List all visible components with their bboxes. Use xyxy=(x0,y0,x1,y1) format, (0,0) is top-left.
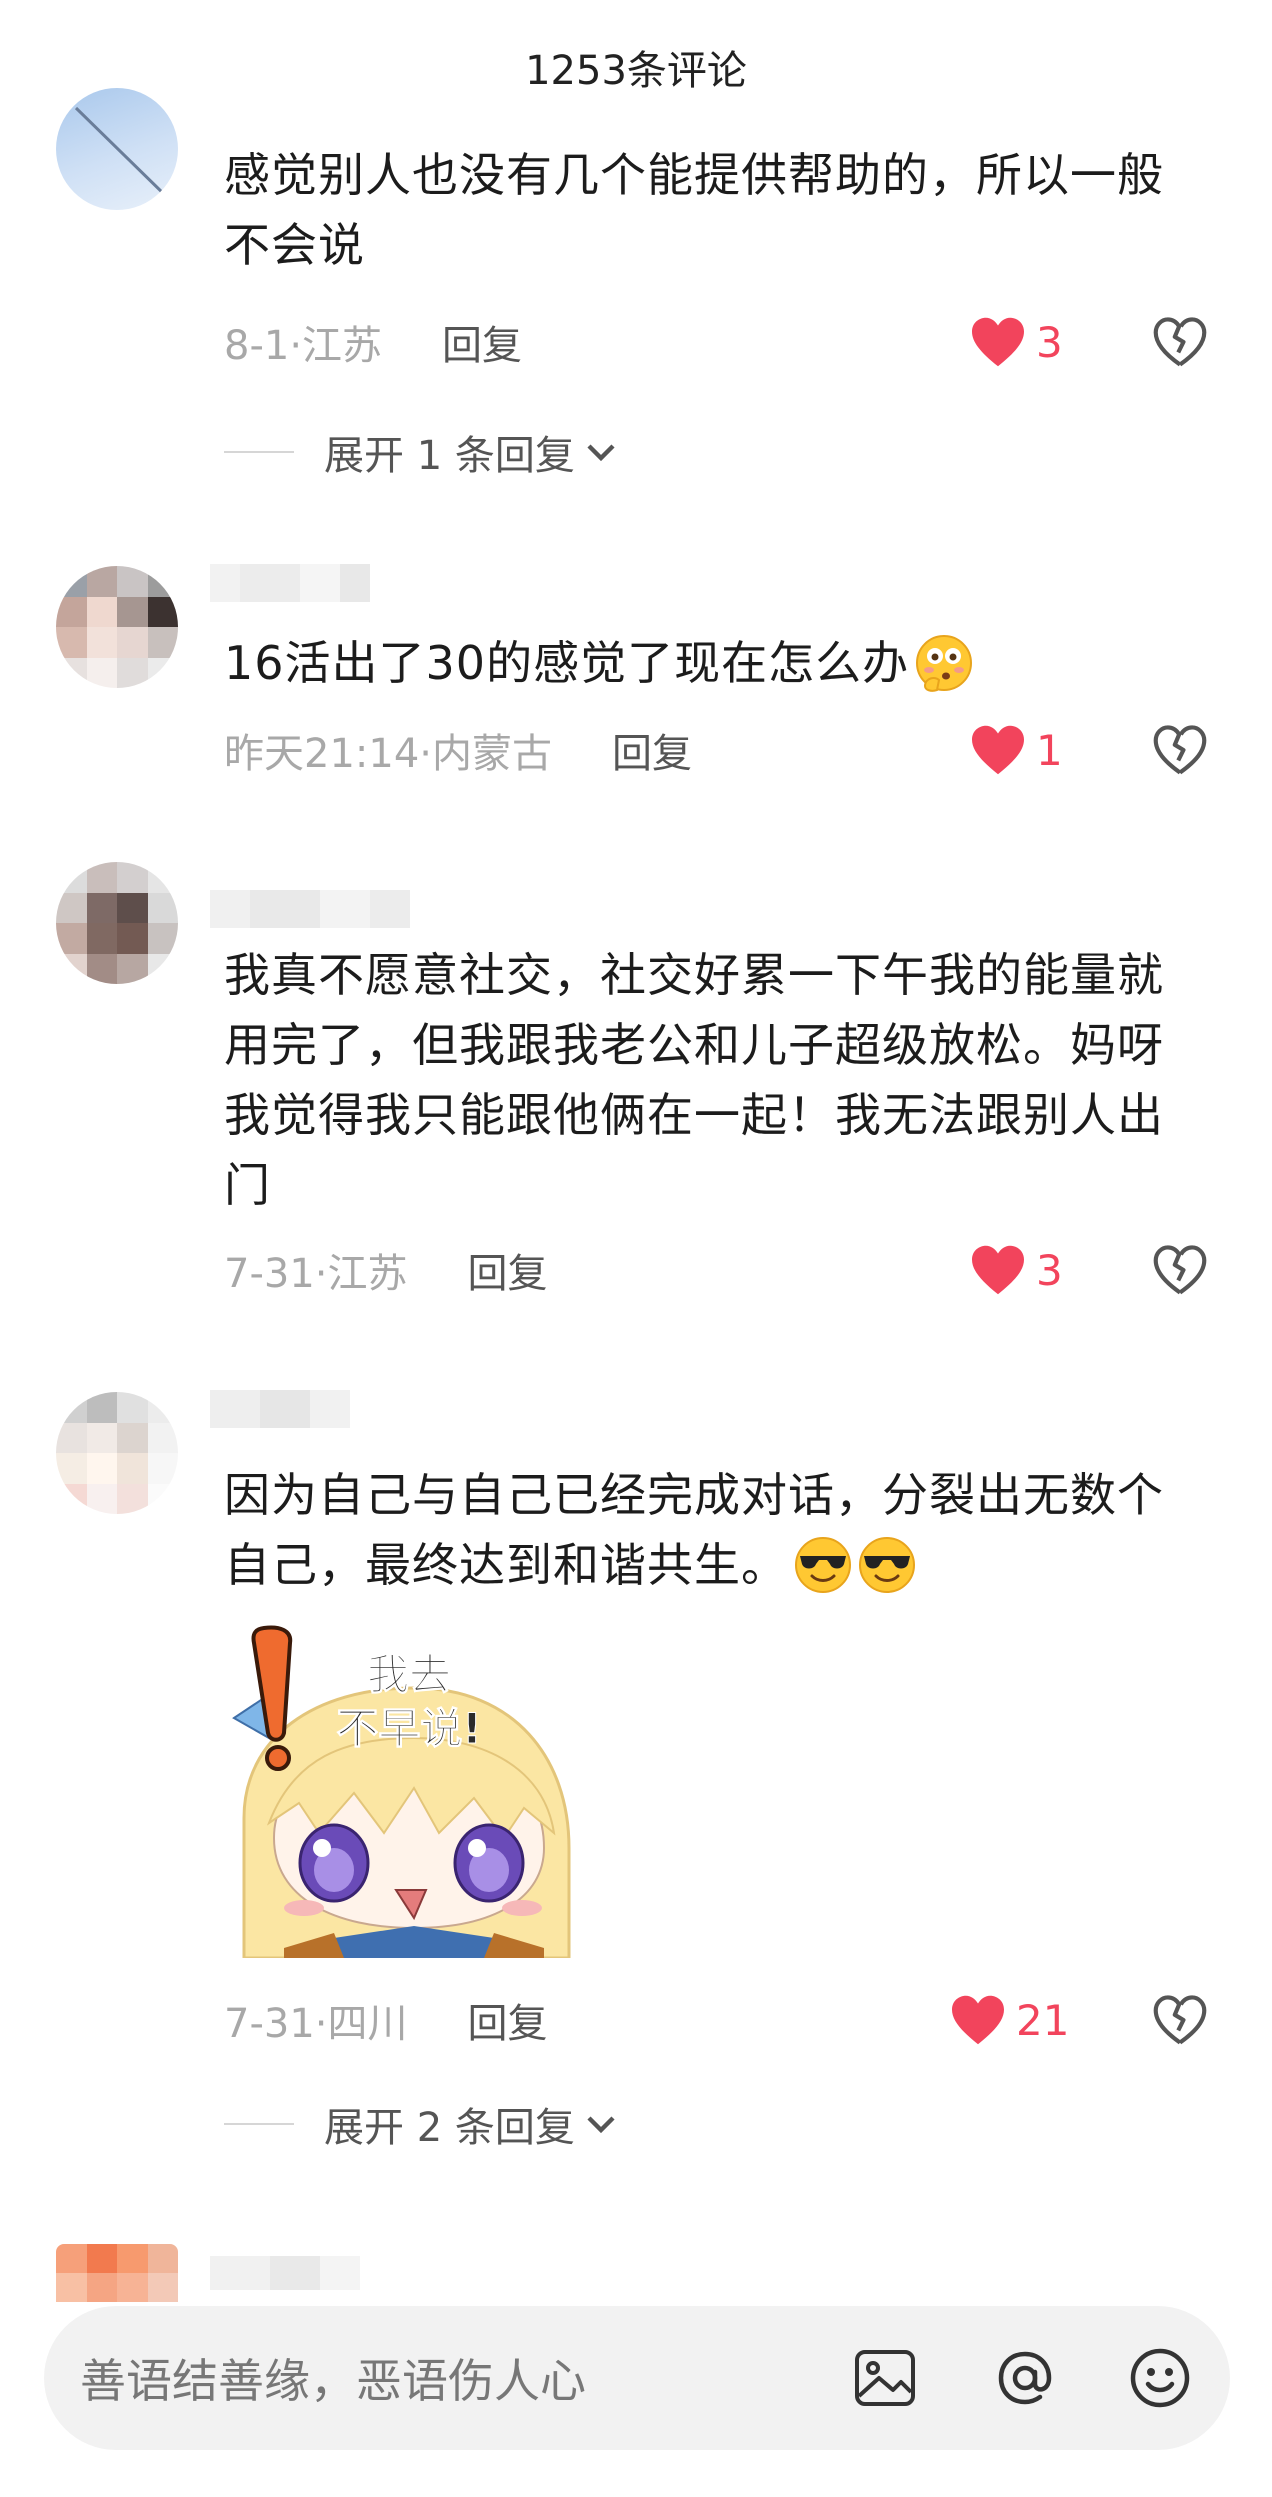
sticker-image[interactable]: 我去 不早说! xyxy=(224,1608,574,1958)
reply-button[interactable]: 回复 xyxy=(468,1991,548,2049)
broken-heart-icon xyxy=(1153,1245,1207,1295)
comment-text-content: 16活出了30的感觉了现在怎么办 xyxy=(224,636,910,690)
comment-meta: 8-1·江苏 回复 xyxy=(224,312,522,372)
comment-text-content: 因为自己与自己已经完成对话，分裂出无数个自己，最终达到和谐共生。 xyxy=(224,1468,1164,1592)
broken-heart-icon xyxy=(1153,317,1207,367)
comment-meta: 7-31·四川 回复 xyxy=(224,1990,548,2050)
avatar[interactable] xyxy=(56,862,178,984)
dislike-button[interactable] xyxy=(1150,1240,1210,1300)
comment-meta: 7-31·江苏 回复 xyxy=(224,1240,548,1300)
reply-button[interactable]: 回复 xyxy=(442,313,522,371)
comment-text[interactable]: 因为自己与自己已经完成对话，分裂出无数个自己，最终达到和谐共生。 xyxy=(224,1460,1184,1600)
reply-button[interactable]: 回复 xyxy=(612,721,692,779)
reply-button[interactable]: 回复 xyxy=(468,1241,548,1299)
flushed-thinking-emoji xyxy=(916,634,973,692)
comments-header: 1253条评论 xyxy=(0,0,1272,140)
comment-input-bar: 善语结善缘，恶语伤人心 xyxy=(44,2306,1230,2450)
comment-meta: 昨天21:14·内蒙古 回复 xyxy=(224,720,692,780)
avatar-image xyxy=(56,862,178,984)
divider xyxy=(224,451,294,453)
heart-icon xyxy=(972,317,1024,367)
comment-date-location: 7-31·四川 xyxy=(224,2001,408,2047)
like-count: 1 xyxy=(1036,725,1063,775)
dislike-button[interactable] xyxy=(1150,312,1210,372)
avatar[interactable] xyxy=(56,88,178,210)
comment-date-location: 昨天21:14·内蒙古 xyxy=(224,731,552,777)
sunglasses-emoji xyxy=(859,1536,915,1593)
avatar-image xyxy=(74,106,170,200)
chevron-down-icon xyxy=(587,444,615,462)
like-button[interactable]: 3 xyxy=(970,1240,1063,1300)
dislike-button[interactable] xyxy=(1150,720,1210,780)
avatar-image xyxy=(56,1392,178,1514)
like-button[interactable]: 21 xyxy=(950,1990,1069,2050)
smiley-icon[interactable] xyxy=(1124,2342,1196,2414)
comment-input[interactable]: 善语结善缘，恶语伤人心 xyxy=(80,2306,586,2450)
avatar[interactable] xyxy=(56,566,178,688)
at-icon[interactable] xyxy=(989,2342,1061,2414)
comment-text[interactable]: 我真不愿意社交，社交好累一下午我的能量就用完了，但我跟我老公和儿子超级放松。妈呀… xyxy=(224,940,1184,1220)
comment-text[interactable]: 16活出了30的感觉了现在怎么办 xyxy=(224,628,1184,698)
username-blurred[interactable] xyxy=(210,890,410,928)
chevron-down-icon xyxy=(587,2116,615,2134)
like-count: 3 xyxy=(1036,317,1063,367)
username-blurred xyxy=(210,2256,360,2290)
like-button[interactable]: 3 xyxy=(970,312,1063,372)
username-blurred[interactable] xyxy=(210,564,370,602)
broken-heart-icon xyxy=(1153,725,1207,775)
comment-date-location: 8-1·江苏 xyxy=(224,323,383,369)
broken-heart-icon xyxy=(1153,1995,1207,2045)
username-blurred[interactable] xyxy=(210,1390,350,1428)
sunglasses-emoji xyxy=(795,1536,851,1593)
heart-icon xyxy=(972,1245,1024,1295)
expand-replies-label: 展开 2 条回复 xyxy=(324,2105,575,2151)
like-count: 3 xyxy=(1036,1245,1063,1295)
like-count: 21 xyxy=(1016,1995,1070,2045)
image-icon[interactable] xyxy=(849,2342,921,2414)
expand-replies-button[interactable]: 展开 2 条回复 xyxy=(224,2096,621,2152)
heart-icon xyxy=(952,1995,1004,2045)
avatar[interactable] xyxy=(56,1392,178,1514)
comment-date-location: 7-31·江苏 xyxy=(224,1251,408,1297)
next-comment-avatar-partial[interactable] xyxy=(56,2244,178,2302)
like-button[interactable]: 1 xyxy=(970,720,1063,780)
comment-count-title: 1253条评论 xyxy=(525,48,747,94)
comment-text[interactable]: 感觉别人也没有几个能提供帮助的，所以一般不会说 xyxy=(224,140,1184,280)
expand-replies-button[interactable]: 展开 1 条回复 xyxy=(224,424,621,480)
avatar-image xyxy=(56,566,178,688)
heart-icon xyxy=(972,725,1024,775)
divider xyxy=(224,2123,294,2125)
expand-replies-label: 展开 1 条回复 xyxy=(324,433,575,479)
sticker-caption: 我去 不早说! xyxy=(336,1650,482,1754)
dislike-button[interactable] xyxy=(1150,1990,1210,2050)
